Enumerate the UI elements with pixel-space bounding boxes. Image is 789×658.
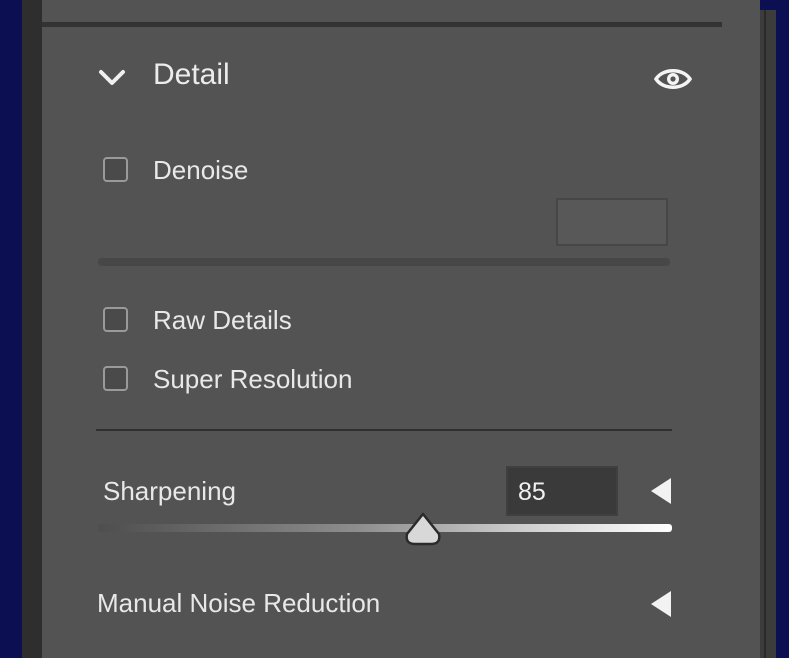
super-resolution-label: Super Resolution bbox=[153, 364, 353, 394]
panel-top-border bbox=[42, 22, 722, 27]
denoise-label: Denoise bbox=[153, 155, 249, 185]
denoise-amount-slider[interactable] bbox=[98, 258, 670, 266]
sharpening-value-input[interactable]: 85 bbox=[506, 466, 618, 516]
sharpening-slider-thumb[interactable] bbox=[403, 512, 443, 548]
outer-frame-strip bbox=[22, 0, 42, 658]
panel-resize-divider[interactable] bbox=[760, 10, 776, 658]
section-divider bbox=[96, 429, 672, 431]
panel-title: Detail bbox=[153, 58, 230, 91]
manual-noise-reduction-expand-icon[interactable] bbox=[651, 591, 671, 617]
manual-noise-reduction-label[interactable]: Manual Noise Reduction bbox=[97, 588, 380, 619]
raw-details-label: Raw Details bbox=[153, 305, 292, 335]
eye-icon[interactable] bbox=[654, 64, 692, 94]
sharpening-slider-track[interactable] bbox=[98, 524, 672, 532]
sharpening-expand-icon[interactable] bbox=[651, 478, 671, 504]
super-resolution-checkbox[interactable] bbox=[103, 366, 128, 391]
raw-details-checkbox[interactable] bbox=[103, 307, 128, 332]
chevron-down-icon[interactable] bbox=[98, 66, 126, 90]
detail-panel bbox=[42, 0, 760, 658]
sharpening-label: Sharpening bbox=[103, 476, 236, 506]
denoise-checkbox[interactable] bbox=[103, 157, 128, 182]
denoise-amount-field[interactable] bbox=[556, 198, 668, 246]
